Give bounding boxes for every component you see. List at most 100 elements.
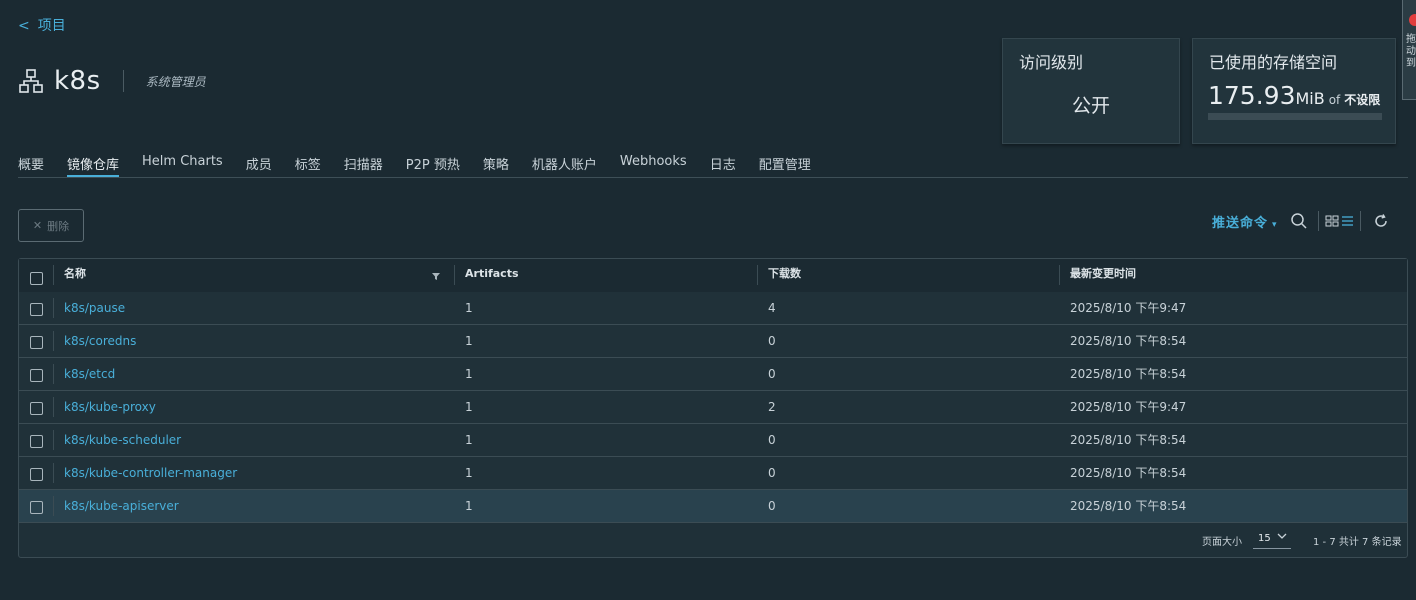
- repository-name-link[interactable]: k8s/pause: [64, 292, 125, 324]
- last-modified-time: 2025/8/10 下午8:54: [1070, 433, 1187, 447]
- column-separator: [1059, 265, 1060, 285]
- storage-card: 已使用的存储空间 175.93MiB of 不设限: [1192, 38, 1396, 144]
- download-count: 2: [768, 400, 776, 414]
- artifacts-count: 1: [465, 499, 473, 513]
- repository-table: 名称 Artifacts 下载数 最新变更时间 k8s/pause 1 4 2025/…: [18, 258, 1408, 558]
- tab-item[interactable]: 策略: [483, 150, 509, 174]
- row-checkbox[interactable]: [30, 501, 43, 514]
- column-separator: [53, 463, 54, 483]
- download-count: 0: [768, 334, 776, 348]
- download-count: 4: [768, 301, 776, 315]
- repository-name-link[interactable]: k8s/kube-controller-manager: [64, 457, 237, 489]
- access-level-value: 公开: [1071, 95, 1110, 117]
- table-footer: 页面大小 15 1 - 7 共计 7 条记录: [19, 524, 1407, 557]
- table-row[interactable]: k8s/kube-apiserver 1 0 2025/8/10 下午8:54: [19, 490, 1407, 523]
- tabs-divider: [18, 177, 1408, 178]
- column-separator: [757, 265, 758, 285]
- tab-item[interactable]: 日志: [710, 150, 736, 174]
- tab-item[interactable]: Helm Charts: [142, 150, 223, 174]
- side-handle-label: 拖动到: [1406, 34, 1416, 69]
- table-row[interactable]: k8s/etcd 1 0 2025/8/10 下午8:54: [19, 358, 1407, 391]
- delete-button[interactable]: ✕ 删除: [18, 209, 84, 242]
- access-level-title: 访问级别: [1019, 53, 1084, 72]
- search-icon[interactable]: [1290, 212, 1308, 230]
- row-checkbox[interactable]: [30, 435, 43, 448]
- access-level-card: 访问级别 公开: [1002, 38, 1180, 144]
- download-count: 0: [768, 367, 776, 381]
- list-view-icon[interactable]: [1341, 215, 1354, 227]
- storage-value: 175.93: [1208, 81, 1296, 110]
- column-header-downloads[interactable]: 下载数: [768, 259, 801, 291]
- tab-item[interactable]: 镜像仓库: [67, 150, 120, 178]
- close-icon: ✕: [32, 220, 43, 232]
- column-header-name[interactable]: 名称: [64, 259, 86, 291]
- back-link-label: 项目: [37, 18, 66, 34]
- column-separator: [53, 298, 54, 318]
- project-header: k8s 系统管理员: [18, 66, 206, 96]
- table-row[interactable]: k8s/kube-controller-manager 1 0 2025/8/10 下…: [19, 457, 1407, 490]
- column-separator: [53, 430, 54, 450]
- delete-button-label: 删除: [47, 220, 70, 233]
- storage-limit: 不设限: [1344, 93, 1381, 107]
- download-count: 0: [768, 466, 776, 480]
- repository-name-link[interactable]: k8s/kube-proxy: [64, 391, 156, 423]
- repository-name-link[interactable]: k8s/kube-scheduler: [64, 424, 181, 456]
- tab-item[interactable]: 标签: [295, 150, 321, 174]
- download-count: 0: [768, 433, 776, 447]
- repository-name-link[interactable]: k8s/coredns: [64, 325, 136, 357]
- download-count: 0: [768, 499, 776, 513]
- page-size-select[interactable]: 15: [1253, 528, 1291, 549]
- table-header: 名称 Artifacts 下载数 最新变更时间: [19, 259, 1407, 293]
- repository-name-link[interactable]: k8s/kube-apiserver: [64, 490, 179, 522]
- close-dot-icon[interactable]: [1409, 14, 1416, 26]
- last-modified-time: 2025/8/10 下午8:54: [1070, 466, 1187, 480]
- row-checkbox[interactable]: [30, 336, 43, 349]
- tab-item[interactable]: 机器人账户: [532, 150, 597, 174]
- filter-icon[interactable]: [431, 271, 441, 281]
- row-checkbox[interactable]: [30, 468, 43, 481]
- toolbar-separator: [1359, 211, 1361, 231]
- page-size-value: 15: [1258, 533, 1271, 544]
- tab-item[interactable]: P2P 预热: [406, 150, 460, 174]
- table-row[interactable]: k8s/coredns 1 0 2025/8/10 下午8:54: [19, 325, 1407, 358]
- column-separator: [53, 265, 54, 285]
- page-size-label: 页面大小: [1202, 537, 1242, 548]
- row-checkbox[interactable]: [30, 402, 43, 415]
- column-separator: [53, 331, 54, 351]
- row-checkbox[interactable]: [30, 369, 43, 382]
- row-checkbox[interactable]: [30, 303, 43, 316]
- chevron-down-icon: ▾: [1272, 219, 1278, 230]
- column-separator: [53, 364, 54, 384]
- artifacts-count: 1: [465, 334, 473, 348]
- column-header-artifacts[interactable]: Artifacts: [465, 259, 519, 291]
- storage-unit: MiB: [1295, 89, 1325, 108]
- table-row[interactable]: k8s/kube-proxy 1 2 2025/8/10 下午9:47: [19, 391, 1407, 424]
- table-row[interactable]: k8s/pause 1 4 2025/8/10 下午9:47: [19, 292, 1407, 325]
- side-drag-handle[interactable]: 拖动到: [1402, 0, 1416, 100]
- tab-item[interactable]: 配置管理: [759, 150, 811, 174]
- table-row[interactable]: k8s/kube-scheduler 1 0 2025/8/10 下午8:54: [19, 424, 1407, 457]
- toolbar-separator: [1317, 211, 1319, 231]
- repository-name-link[interactable]: k8s/etcd: [64, 358, 115, 390]
- project-icon: [19, 69, 43, 93]
- column-separator: [454, 265, 455, 285]
- back-to-projects-link[interactable]: < 项目: [18, 15, 66, 35]
- artifacts-count: 1: [465, 400, 473, 414]
- last-modified-time: 2025/8/10 下午8:54: [1070, 499, 1187, 513]
- tab-item[interactable]: Webhooks: [620, 150, 687, 174]
- artifacts-count: 1: [465, 367, 473, 381]
- card-view-icon[interactable]: [1325, 215, 1339, 227]
- column-separator: [53, 397, 54, 417]
- tab-item[interactable]: 扫描器: [344, 150, 383, 174]
- select-all-checkbox[interactable]: [30, 272, 43, 285]
- storage-of: of: [1328, 93, 1341, 107]
- column-header-updated[interactable]: 最新变更时间: [1070, 259, 1136, 291]
- tab-item[interactable]: 概要: [18, 150, 44, 174]
- artifacts-count: 1: [465, 466, 473, 480]
- refresh-icon[interactable]: [1373, 213, 1389, 229]
- push-command-dropdown[interactable]: 推送命令 ▾: [1212, 212, 1278, 231]
- tab-item[interactable]: 成员: [246, 150, 272, 174]
- last-modified-time: 2025/8/10 下午8:54: [1070, 367, 1187, 381]
- artifacts-count: 1: [465, 433, 473, 447]
- last-modified-time: 2025/8/10 下午9:47: [1070, 400, 1187, 414]
